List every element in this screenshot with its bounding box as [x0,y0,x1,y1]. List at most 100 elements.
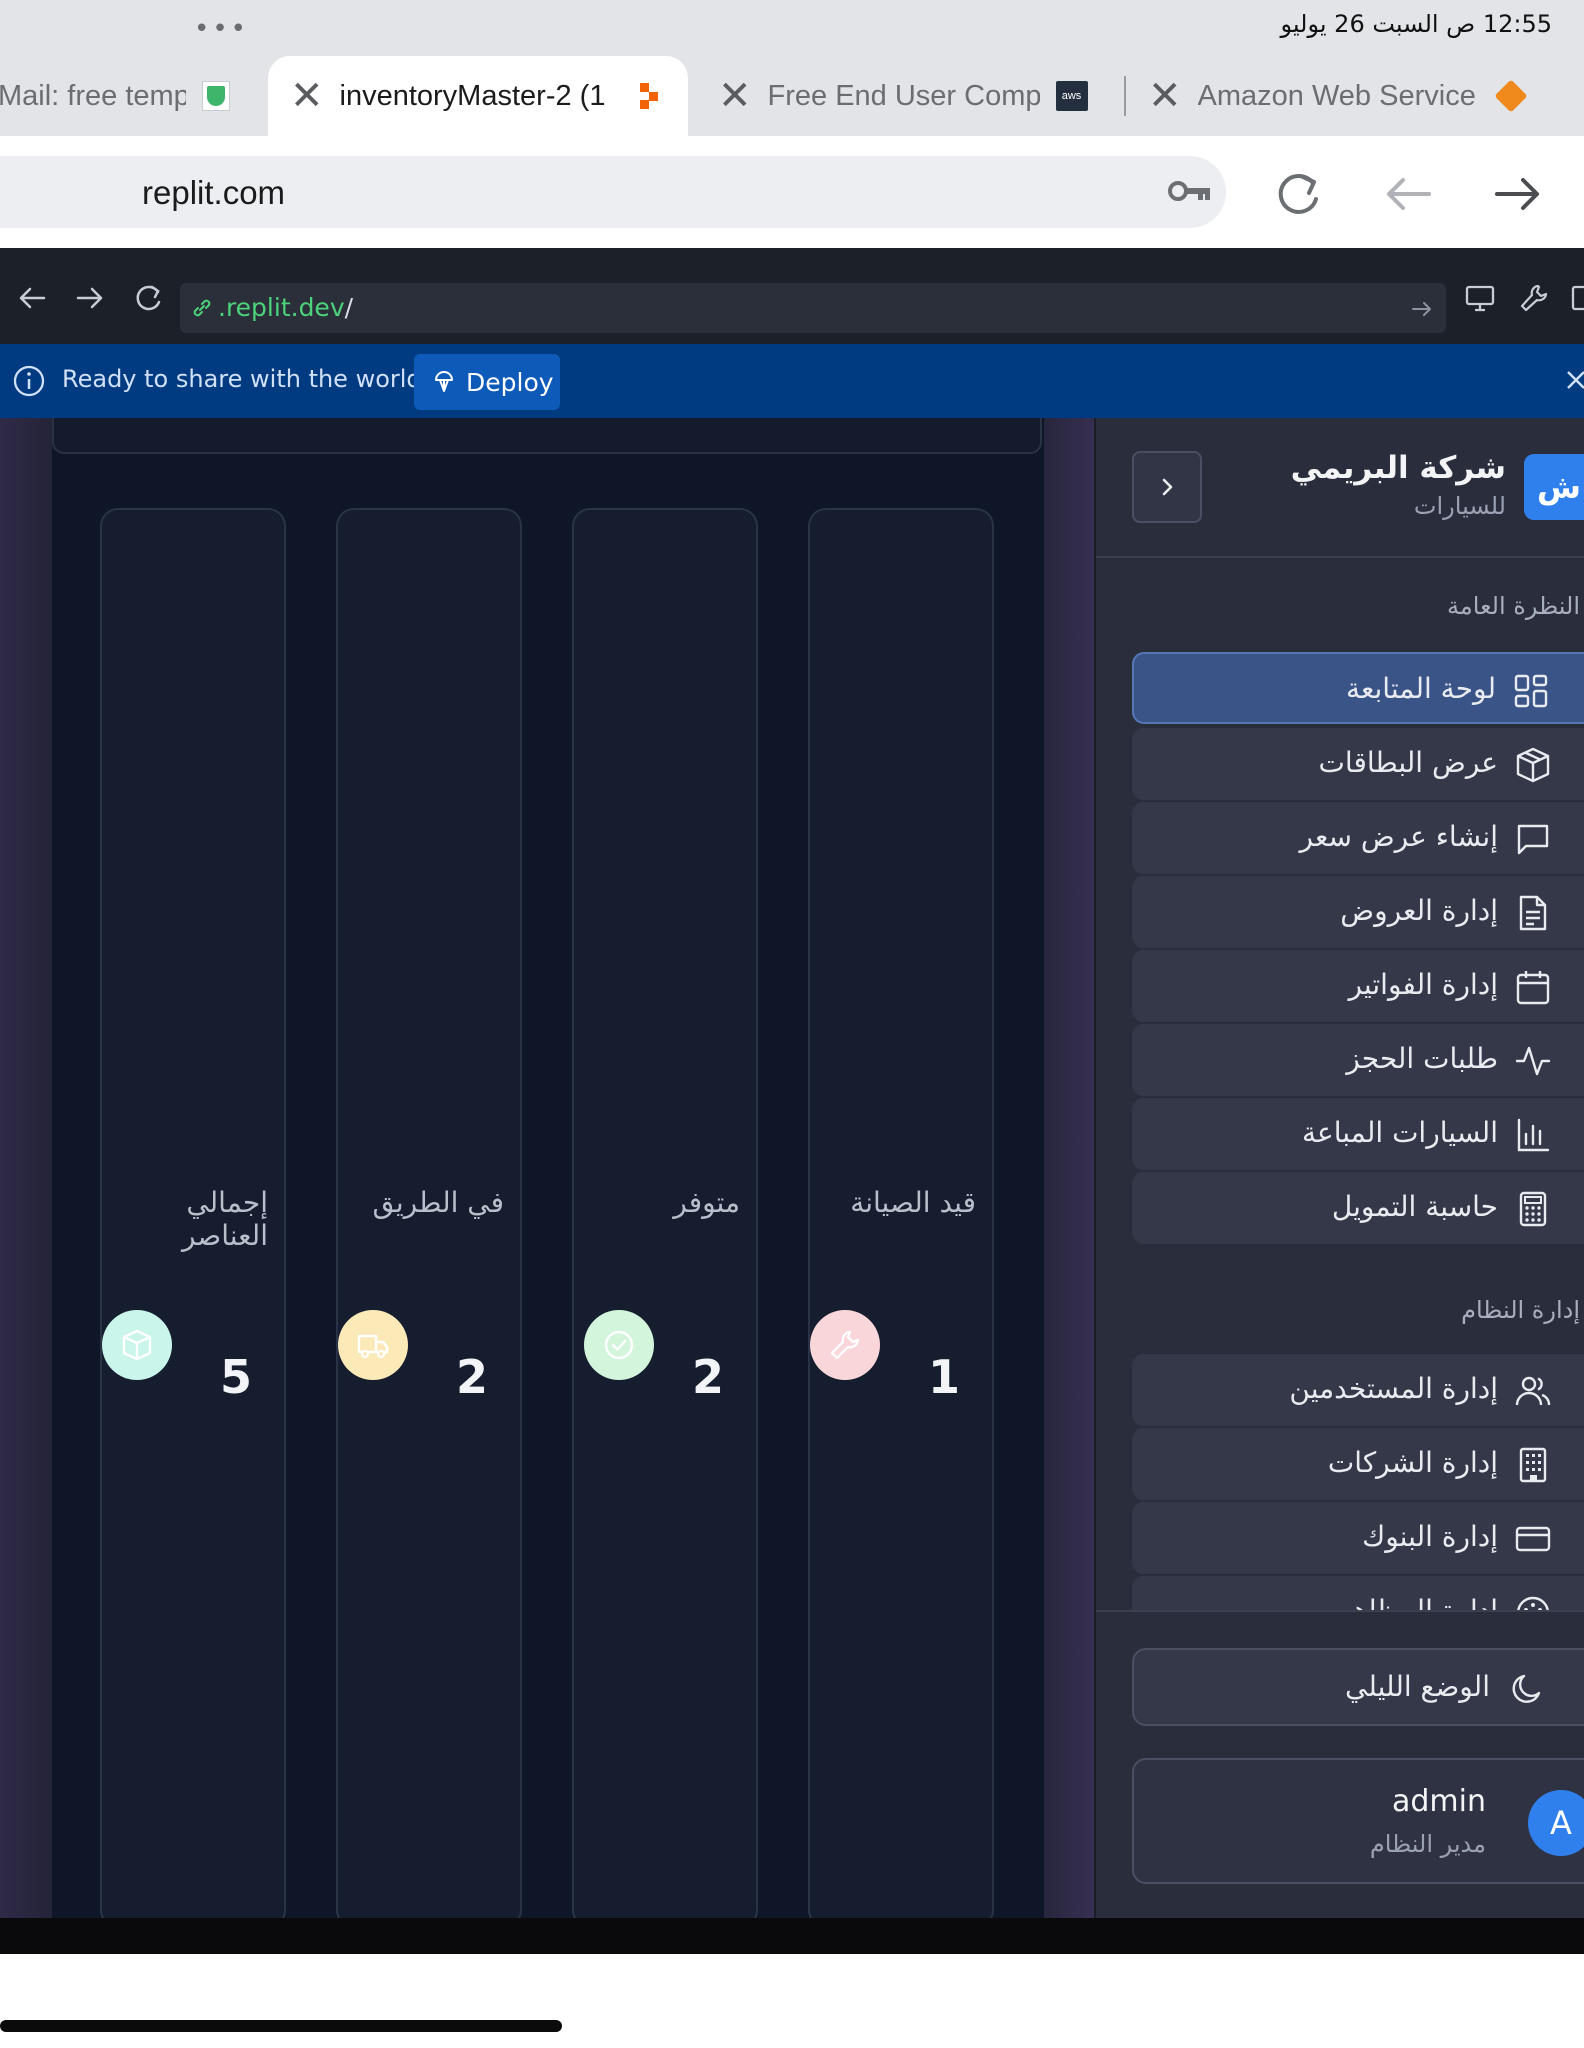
back-button[interactable] [1378,164,1438,224]
tab-title: Free End User Comp [767,79,1040,112]
deploy-label: Deploy [466,367,554,397]
stat-label: إجمالي العناصر [181,1186,268,1253]
reload-button[interactable] [1268,164,1328,224]
sidebar-item-label: إدارة الشركات [1327,1446,1498,1479]
grid-icon [1514,674,1548,708]
sidebar: ش شركة البريمي للسيارات النظرة العامة لو… [1094,418,1584,1918]
home-indicator[interactable] [0,2020,562,2032]
forward-button[interactable] [1488,164,1548,224]
webview-back-icon[interactable] [16,282,48,314]
webview-reload-icon[interactable] [132,282,164,314]
stat-icon-circle [810,1310,880,1380]
reload-icon [1278,173,1318,214]
sidebar-item-sold-cars[interactable]: السيارات المباعة [1132,1098,1584,1170]
sidebar-item-label: إنشاء عرض سعر [1299,820,1498,853]
address-field[interactable]: replit.com [0,156,1226,228]
address-text: replit.com [142,174,286,211]
calendar-icon [1516,971,1550,1005]
wrench-tool-icon[interactable] [1518,282,1550,314]
sidebar-item-label: إدارة البنوك [1362,1520,1498,1553]
user-name: admin [1392,1784,1486,1819]
sidebar-item-bookings[interactable]: طلبات الحجز [1132,1024,1584,1096]
browser-tab-aws[interactable]: ✕ Amazon Web Service [1148,56,1584,136]
top-card-edge [52,418,1042,454]
tab-title: inventoryMaster-2 (1 [339,79,606,112]
browser-tab-inventory[interactable]: ✕ inventoryMaster-2 (1 [268,56,688,136]
browser-address-bar: replit.com [0,136,1584,248]
sidebar-header: ش شركة البريمي للسيارات [1096,418,1584,558]
truck-icon [357,1334,389,1359]
moon-icon [1512,1674,1541,1703]
package-icon [122,1329,152,1361]
status-bar: ••• 12:55 ص السبت 26 يوليو [0,0,1584,56]
close-icon[interactable] [1564,366,1584,396]
deploy-banner: Ready to share with the world? Deploy [0,344,1584,418]
monitor-icon[interactable] [1464,282,1496,314]
credit-card-icon [1515,1526,1551,1552]
building-icon [1519,1447,1547,1483]
panel-icon[interactable] [1570,282,1584,314]
file-text-icon [1519,895,1547,931]
sidebar-item-create-quote[interactable]: إنشاء عرض سعر [1132,802,1584,874]
sidebar-item-banks[interactable]: إدارة البنوك [1132,1502,1584,1574]
go-arrow-icon[interactable] [1410,297,1434,321]
replit-icon [639,83,664,109]
stat-value: 5 [219,1350,252,1404]
stat-label: قيد الصيانة [850,1186,976,1219]
status-time-date: 12:55 ص السبت 26 يوليو [1280,10,1553,38]
link-icon [193,299,211,317]
webview-url-host: .replit.dev [218,293,345,322]
app-viewport: إجمالي العناصر 5 في الطريق 2 متوفر 2 قيد… [0,418,1584,1918]
webview-forward-icon[interactable] [74,282,106,314]
sidebar-item-label: إدارة المستخدمين [1289,1372,1498,1405]
sidebar-item-users[interactable]: إدارة المستخدمين [1132,1354,1584,1426]
deploy-icon [435,371,453,392]
sidebar-item-label: عرض البطاقات [1318,746,1498,779]
sidebar-item-offers[interactable]: إدارة العروض [1132,876,1584,948]
close-tab-icon[interactable]: ✕ [1148,76,1182,116]
browser-tab-free-end-user[interactable]: ✕ Free End User Comp aws [718,56,1118,136]
stat-value: 2 [455,1350,488,1404]
company-subtitle: للسيارات [1413,492,1506,520]
close-tab-icon[interactable]: ✕ [290,76,324,116]
user-role: مدير النظام [1369,1830,1486,1858]
stat-label: في الطريق [372,1186,505,1219]
arrow-left-icon [1387,178,1431,210]
stat-value: 2 [691,1350,724,1404]
sidebar-item-companies[interactable]: إدارة الشركات [1132,1428,1584,1500]
stat-card-total: إجمالي العناصر 5 [100,508,286,1918]
multitasking-dots[interactable]: ••• [194,14,249,44]
close-tab-icon[interactable]: ✕ [718,76,752,116]
stat-card-maintenance: قيد الصيانة 1 [808,508,994,1918]
tab-title: Mail: free temp [0,79,186,112]
cube-icon [1493,79,1528,113]
stat-label: متوفر [673,1186,740,1219]
stat-icon-circle [338,1310,408,1380]
webview-url-path: / [344,293,354,322]
deploy-banner-text: Ready to share with the world? [62,365,435,393]
tab-title: Amazon Web Service [1197,79,1476,112]
avatar: A [1528,1790,1584,1856]
sidebar-item-label: إدارة الفواتير [1348,968,1498,1001]
stat-card-available: متوفر 2 [572,508,758,1918]
bottom-edge [0,1918,1584,1954]
calculator-icon [1519,1191,1547,1227]
message-square-icon [1517,824,1549,855]
section-title-overview: النظرة العامة [1447,592,1580,620]
browser-tab-strip: Mail: free temp ✕ inventoryMaster-2 (1 ✕… [0,56,1584,136]
user-profile-card[interactable]: A admin مدير النظام [1132,1758,1584,1884]
main-content-area: إجمالي العناصر 5 في الطريق 2 متوفر 2 قيد… [0,418,1094,1918]
sidebar-item-cards[interactable]: عرض البطاقات [1132,728,1584,800]
wrench-icon [830,1330,860,1360]
sidebar-collapse-button[interactable] [1132,451,1202,523]
deploy-button[interactable]: Deploy [414,354,560,410]
webview-url-field[interactable]: .replit.dev/ [180,283,1446,333]
sidebar-item-finance-calculator[interactable]: حاسبة التمويل [1132,1172,1584,1244]
sidebar-item-invoices[interactable]: إدارة الفواتير [1132,950,1584,1022]
key-icon[interactable] [1168,176,1212,206]
users-icon [1515,1376,1551,1406]
bar-chart-icon [1517,1118,1550,1152]
browser-tab-mail[interactable]: Mail: free temp [0,56,248,136]
sidebar-item-dashboard[interactable]: لوحة المتابعة [1132,652,1584,724]
dark-mode-toggle[interactable]: الوضع الليلي [1132,1648,1584,1726]
